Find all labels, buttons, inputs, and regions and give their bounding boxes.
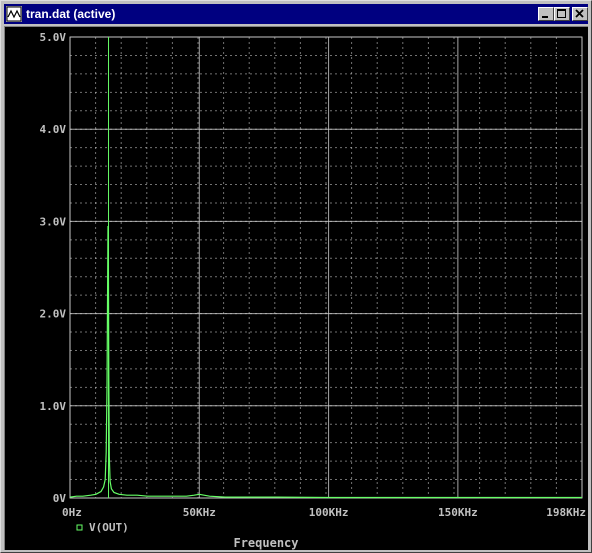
x-tick-label: 150KHz <box>438 506 478 519</box>
y-tick-label: 1.0V <box>40 400 67 413</box>
maximize-button[interactable] <box>554 7 570 21</box>
waveform-window: tran.dat (active) 0V 1.0V 2.0V 3.0V 4.0V 5.0V… <box>0 0 592 553</box>
x-tick-label: 100KHz <box>309 506 349 519</box>
x-axis-title: Frequency <box>233 536 298 550</box>
x-tick-label: 198KHz <box>546 506 586 519</box>
plot-area[interactable]: 0V 1.0V 2.0V 3.0V 4.0V 5.0V 0Hz 50KHz 100KHz 150K… <box>4 26 588 550</box>
window-title: tran.dat (active) <box>26 7 116 21</box>
y-tick-label: 5.0V <box>40 31 67 44</box>
legend-marker <box>76 524 83 531</box>
y-tick-label: 3.0V <box>40 215 67 228</box>
legend-label: V(OUT) <box>89 521 129 534</box>
x-tick-label: 50KHz <box>183 506 216 519</box>
series-trace-v-out <box>69 225 582 499</box>
minimize-button[interactable] <box>538 7 554 21</box>
y-tick-label: 2.0V <box>40 308 67 321</box>
waveform-plot[interactable]: 0V 1.0V 2.0V 3.0V 4.0V 5.0V 0Hz 50KHz 100KHz 150K… <box>5 27 588 550</box>
title-bar[interactable]: tran.dat (active) <box>4 4 588 24</box>
x-tick-label: 0Hz <box>62 506 82 519</box>
probe-waveform-icon[interactable] <box>6 6 22 22</box>
y-tick-label: 0V <box>53 492 67 505</box>
close-button[interactable] <box>572 7 588 21</box>
y-tick-label: 4.0V <box>40 123 67 136</box>
